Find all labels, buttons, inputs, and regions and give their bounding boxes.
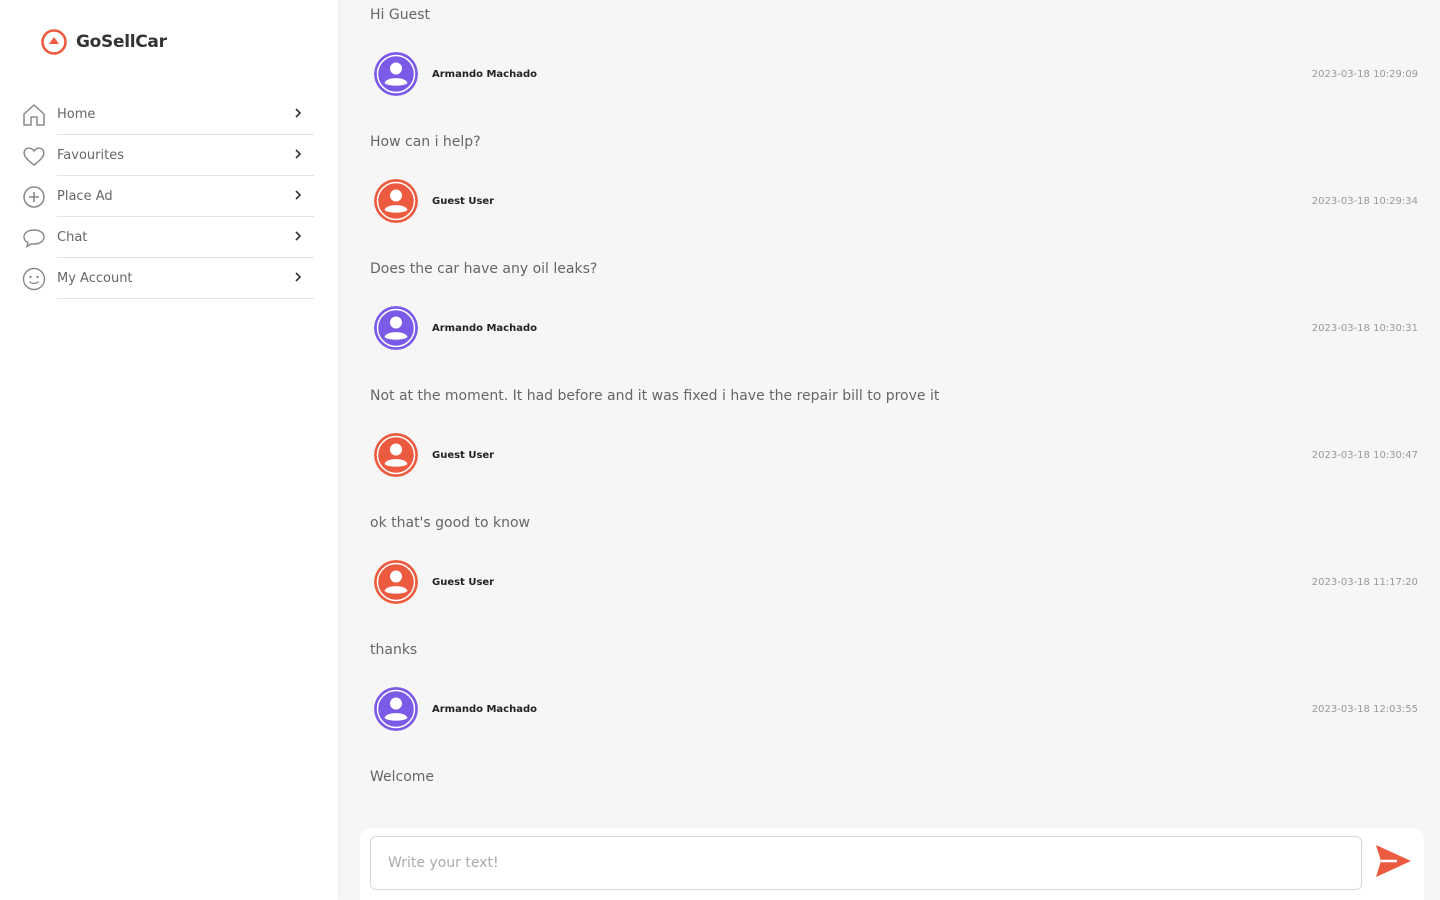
message-author-row: Guest User 2023-03-18 11:17:20 xyxy=(374,559,1420,605)
author-name: Armando Machado xyxy=(432,703,537,715)
message-text: How can i help? xyxy=(370,134,481,150)
logo-icon xyxy=(41,29,67,55)
message-author-row: Armando Machado 2023-03-18 10:30:31 xyxy=(374,305,1420,351)
app-name: GoSellCar xyxy=(76,32,167,52)
heart-icon xyxy=(20,142,48,170)
chevron-right-icon xyxy=(295,190,302,200)
message-timestamp: 2023-03-18 10:30:47 xyxy=(1311,449,1418,461)
sidebar-item-home[interactable]: Home xyxy=(20,94,314,135)
message-timestamp: 2023-03-18 10:29:34 xyxy=(1311,195,1418,207)
send-icon xyxy=(1376,845,1411,877)
message-author-row: Armando Machado 2023-03-18 12:03:55 xyxy=(374,686,1420,732)
sidebar-item-chat[interactable]: Chat xyxy=(20,217,314,258)
home-icon xyxy=(20,101,48,129)
sidebar-item-label: Favourites xyxy=(57,148,124,163)
plus-circle-icon xyxy=(20,183,48,211)
author-name: Guest User xyxy=(432,449,495,461)
message-composer xyxy=(360,828,1424,900)
message-text: thanks xyxy=(370,642,418,658)
user-avatar-icon xyxy=(374,306,418,350)
message-text: Hi Guest xyxy=(370,7,430,23)
author-name: Guest User xyxy=(432,195,495,207)
message-timestamp: 2023-03-18 10:30:31 xyxy=(1311,322,1418,334)
user-avatar-icon xyxy=(374,179,418,223)
message-author-row: Armando Machado 2023-03-18 10:29:09 xyxy=(374,51,1420,97)
message-text: Welcome xyxy=(370,769,435,785)
message-timestamp: 2023-03-18 11:17:20 xyxy=(1311,576,1418,588)
user-avatar-icon xyxy=(374,687,418,731)
sidebar-item-favourites[interactable]: Favourites xyxy=(20,135,314,176)
message-author-row: Guest User 2023-03-18 10:30:47 xyxy=(374,432,1420,478)
chat-bubble-icon xyxy=(20,224,48,252)
chevron-right-icon xyxy=(295,272,302,282)
sidebar-item-my-account[interactable]: My Account xyxy=(20,258,314,299)
app-logo[interactable]: GoSellCar xyxy=(40,28,167,56)
sidebar-nav: Home Favourites Place Ad Chat My Account xyxy=(20,94,314,299)
sidebar-item-label: Place Ad xyxy=(57,189,113,204)
author-name: Armando Machado xyxy=(432,68,537,80)
sidebar-item-label: Chat xyxy=(57,230,88,245)
message-text: Not at the moment. It had before and it … xyxy=(370,388,940,404)
message-author-row: Guest User 2023-03-18 10:29:34 xyxy=(374,178,1420,224)
message-input[interactable] xyxy=(370,836,1362,890)
chevron-right-icon xyxy=(295,149,302,159)
author-name: Armando Machado xyxy=(432,322,537,334)
send-button[interactable] xyxy=(1370,838,1416,884)
user-avatar-icon xyxy=(374,560,418,604)
message-timestamp: 2023-03-18 12:03:55 xyxy=(1311,703,1418,715)
sidebar-item-label: My Account xyxy=(57,271,133,286)
chevron-right-icon xyxy=(295,231,302,241)
sidebar-item-label: Home xyxy=(57,107,96,122)
author-name: Guest User xyxy=(432,576,495,588)
account-icon xyxy=(20,265,48,293)
message-timestamp: 2023-03-18 10:29:09 xyxy=(1311,68,1418,80)
user-avatar-icon xyxy=(374,52,418,96)
message-text: ok that's good to know xyxy=(370,515,531,531)
sidebar-item-place-ad[interactable]: Place Ad xyxy=(20,176,314,217)
chevron-right-icon xyxy=(295,108,302,118)
user-avatar-icon xyxy=(374,433,418,477)
sidebar: GoSellCar Home Favourites Place Ad Chat … xyxy=(0,0,338,900)
message-text: Does the car have any oil leaks? xyxy=(370,261,598,277)
